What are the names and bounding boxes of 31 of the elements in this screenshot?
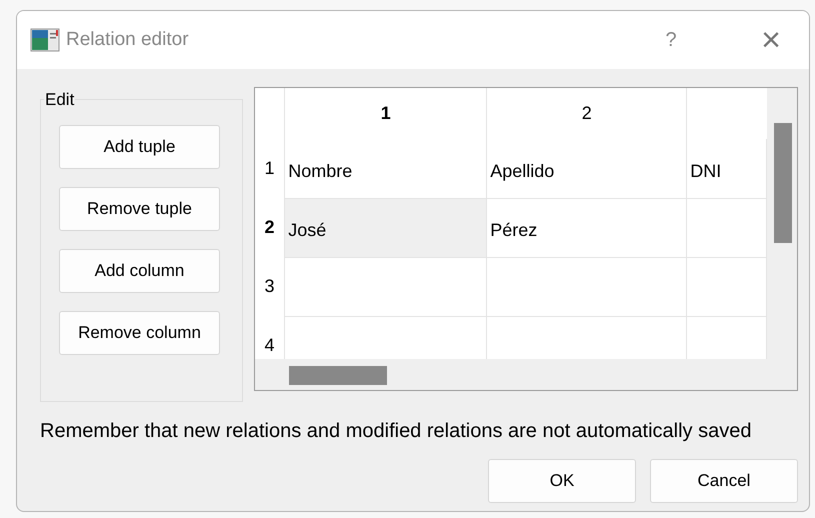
edit-button[interactable]: Add tuple <box>59 125 220 169</box>
row-header[interactable]: 1 <box>254 139 285 198</box>
table-cell[interactable]: Nombre <box>284 139 487 198</box>
edit-button[interactable]: Remove tuple <box>59 187 220 231</box>
column-header[interactable]: 1 <box>284 88 487 139</box>
table-cell[interactable] <box>686 257 767 316</box>
dialog-button[interactable]: OK <box>488 459 636 503</box>
table-cell[interactable]: Apellido <box>486 139 687 198</box>
row-header[interactable]: 4 <box>254 316 285 359</box>
close-button[interactable]: × <box>751 20 791 60</box>
table-cell[interactable] <box>686 316 767 359</box>
scrollbar-thumb[interactable] <box>774 123 792 243</box>
table-cell[interactable]: José <box>284 198 487 257</box>
table-cell[interactable] <box>284 316 487 359</box>
table-cell[interactable] <box>284 257 487 316</box>
scrollbar-thumb[interactable] <box>288 366 387 385</box>
table-cell[interactable] <box>686 198 767 257</box>
warning-message: Remember that new relations and modified relations are not automatically saved <box>39 419 752 444</box>
row-header[interactable]: 3 <box>254 257 285 316</box>
edit-button[interactable]: Remove column <box>59 311 220 355</box>
help-button[interactable]: ? <box>651 20 691 60</box>
column-header[interactable]: 2 <box>486 88 687 139</box>
table-cell[interactable]: Pérez <box>486 198 687 257</box>
dialog-button[interactable]: Cancel <box>650 459 798 503</box>
edit-button[interactable]: Add column <box>59 249 220 293</box>
table-cell[interactable] <box>486 316 687 359</box>
window-title: Relation editor <box>66 28 189 52</box>
row-header[interactable]: 2 <box>254 198 285 257</box>
table-cell[interactable]: DNI <box>686 139 767 198</box>
app-icon <box>30 28 60 52</box>
table-cell[interactable] <box>486 257 687 316</box>
